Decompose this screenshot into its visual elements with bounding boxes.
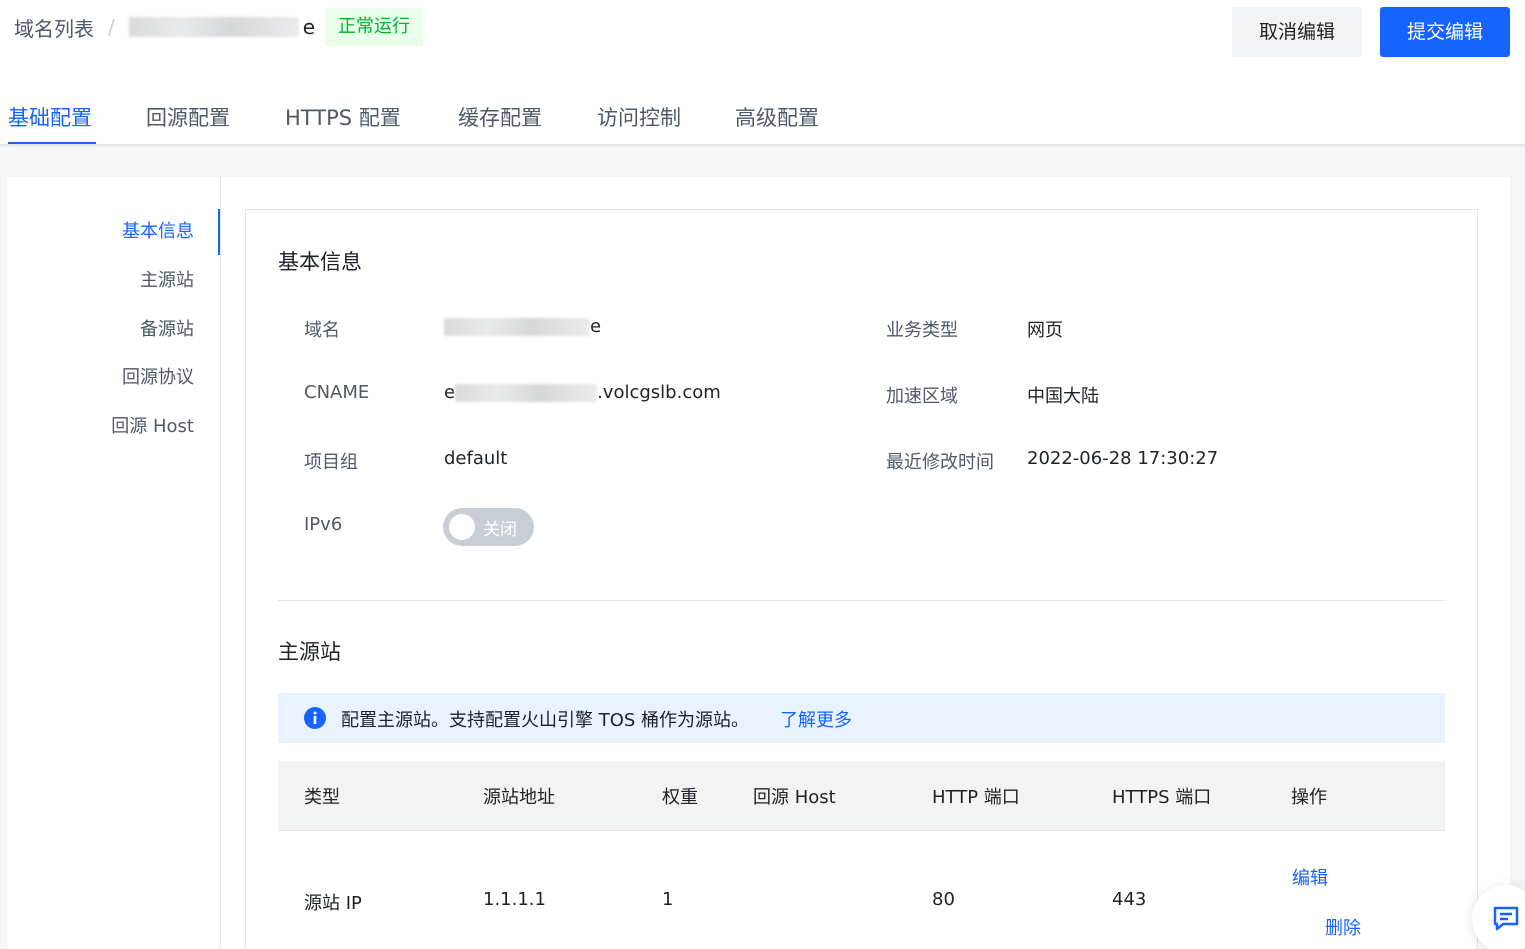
- tab-cache-config[interactable]: 缓存配置: [458, 102, 542, 132]
- tab-origin-config[interactable]: 回源配置: [146, 102, 230, 132]
- chat-icon: [1493, 906, 1519, 931]
- tab-access-control[interactable]: 访问控制: [597, 102, 681, 132]
- tab-advanced-config[interactable]: 高级配置: [735, 102, 819, 132]
- breadcrumb-separator: /: [108, 15, 115, 39]
- breadcrumb-domain-suffix: e: [302, 15, 316, 39]
- domain-label: 域名: [304, 320, 340, 341]
- anchor-item-origin-host[interactable]: 回源 Host: [111, 412, 194, 438]
- region-value: 中国大陆: [1027, 386, 1099, 407]
- business-type-value: 网页: [1027, 320, 1063, 341]
- toggle-knob: [449, 514, 475, 540]
- tab-https-config[interactable]: HTTPS 配置: [285, 102, 401, 132]
- tabs-divider: [0, 144, 1525, 146]
- anchor-item-backup-origin[interactable]: 备源站: [140, 315, 194, 341]
- primary-origin-title: 主源站: [278, 640, 341, 664]
- redacted-domain-value: [444, 318, 590, 336]
- learn-more-link[interactable]: 了解更多: [780, 706, 852, 732]
- region-label: 加速区域: [886, 386, 958, 407]
- status-badge: 正常运行: [325, 8, 423, 46]
- redacted-cname: [455, 384, 598, 402]
- col-type: 类型: [304, 787, 340, 808]
- col-https-port: HTTPS 端口: [1112, 787, 1212, 808]
- section-divider: [278, 600, 1445, 601]
- cname-prefix: e: [444, 382, 456, 403]
- alert-text: 配置主源站。支持配置火山引擎 TOS 桶作为源站。: [341, 710, 750, 731]
- col-http-port: HTTP 端口: [932, 787, 1020, 808]
- anchor-nav: 基本信息 主源站 备源站 回源协议 回源 Host: [7, 177, 221, 949]
- anchor-item-origin-protocol[interactable]: 回源协议: [122, 363, 194, 389]
- redacted-domain: [128, 17, 299, 37]
- content-card: 基本信息 主源站 备源站 回源协议 回源 Host 基本信息 域名 e CNAM…: [7, 177, 1510, 949]
- origin-table-header: 类型 源站地址 权重 回源 Host HTTP 端口 HTTPS 端口 操作: [278, 761, 1445, 831]
- row-weight: 1: [662, 889, 674, 910]
- row-type: 源站 IP: [304, 893, 362, 914]
- row-http-port: 80: [932, 889, 955, 910]
- basic-info-title: 基本信息: [278, 250, 362, 274]
- config-tabs: 基础配置 回源配置 HTTPS 配置 缓存配置 访问控制 高级配置: [0, 96, 1525, 146]
- settings-panel: 基本信息 域名 e CNAME e .volcgslb.com 项目组 defau…: [245, 209, 1478, 949]
- col-actions: 操作: [1291, 787, 1327, 808]
- row-https-port: 443: [1112, 889, 1147, 910]
- modified-time-label: 最近修改时间: [886, 452, 994, 473]
- delete-row-link[interactable]: 删除: [1325, 914, 1361, 940]
- modified-time-value: 2022-06-28 17:30:27: [1027, 448, 1219, 469]
- edit-row-link[interactable]: 编辑: [1292, 864, 1328, 890]
- row-address: 1.1.1.1: [483, 889, 546, 910]
- anchor-item-basic-info[interactable]: 基本信息: [122, 217, 194, 243]
- domain-value-suffix: e: [590, 316, 602, 337]
- cancel-edit-button[interactable]: 取消编辑: [1232, 7, 1362, 57]
- col-origin-address: 源站地址: [483, 787, 555, 808]
- breadcrumb-root-link[interactable]: 域名列表: [14, 13, 94, 42]
- top-header: 域名列表 / e 正常运行 取消编辑 提交编辑 基础配置 回源配置 HTTPS …: [0, 0, 1525, 146]
- ipv6-toggle-label: 关闭: [483, 520, 517, 540]
- cname-value: e .volcgslb.com: [444, 382, 721, 403]
- info-icon: [304, 707, 326, 729]
- cname-label: CNAME: [304, 382, 370, 403]
- project-group-value: default: [444, 448, 508, 469]
- ipv6-toggle[interactable]: 关闭: [443, 508, 534, 546]
- business-type-label: 业务类型: [886, 320, 958, 341]
- submit-edit-button[interactable]: 提交编辑: [1380, 7, 1510, 57]
- tab-basic-config[interactable]: 基础配置: [8, 102, 92, 132]
- breadcrumb: 域名列表 / e: [14, 12, 315, 42]
- info-alert: 配置主源站。支持配置火山引擎 TOS 桶作为源站。 了解更多: [278, 693, 1445, 743]
- anchor-item-primary-origin[interactable]: 主源站: [140, 266, 194, 292]
- col-weight: 权重: [662, 787, 698, 808]
- project-group-label: 项目组: [304, 452, 358, 473]
- domain-value: e: [444, 316, 601, 337]
- col-origin-host: 回源 Host: [753, 787, 836, 808]
- ipv6-label: IPv6: [304, 514, 343, 535]
- anchor-active-indicator: [218, 209, 220, 255]
- cname-suffix: .volcgslb.com: [597, 382, 721, 403]
